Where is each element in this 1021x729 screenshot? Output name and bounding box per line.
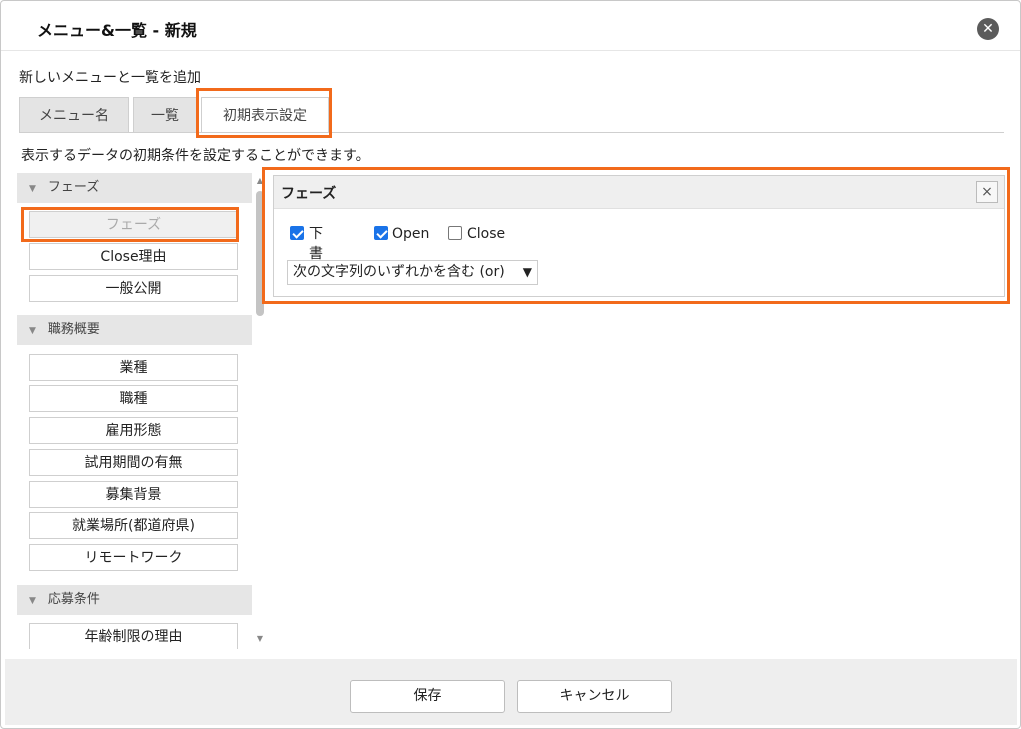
tab-menu-name[interactable]: メニュー名 bbox=[19, 97, 129, 132]
dialog-footer: 保存 キャンセル bbox=[5, 659, 1017, 725]
group-label: 応募条件 bbox=[47, 592, 100, 607]
tab-divider bbox=[19, 132, 1004, 133]
field-item-remote-work[interactable]: リモートワーク bbox=[29, 544, 238, 571]
field-item-hiring-background[interactable]: 募集背景 bbox=[29, 481, 238, 508]
group-header-job-summary[interactable]: ▼ 職務概要 bbox=[17, 315, 252, 345]
field-item-industry[interactable]: 業種 bbox=[29, 354, 238, 381]
dialog-titlebar: メニュー&一覧 - 新規 ✕ bbox=[1, 1, 1020, 51]
cancel-button[interactable]: キャンセル bbox=[517, 680, 672, 713]
collapse-triangle-icon: ▼ bbox=[29, 184, 36, 194]
highlight-box-tab bbox=[196, 88, 332, 138]
field-item-age-limit-reason[interactable]: 年齢制限の理由 bbox=[29, 623, 238, 649]
save-button[interactable]: 保存 bbox=[350, 680, 505, 713]
dialog-title: メニュー&一覧 - 新規 bbox=[37, 21, 197, 40]
group-header-phase[interactable]: ▼ フェーズ bbox=[17, 173, 252, 203]
scroll-down-icon[interactable]: ▼ bbox=[255, 635, 265, 643]
field-item-occupation[interactable]: 職種 bbox=[29, 385, 238, 412]
close-icon[interactable]: ✕ bbox=[977, 18, 999, 40]
group-label: フェーズ bbox=[47, 180, 100, 195]
field-item-employment-type[interactable]: 雇用形態 bbox=[29, 417, 238, 444]
group-header-application-requirements[interactable]: ▼ 応募条件 bbox=[17, 585, 252, 615]
field-list-panel: ▼ フェーズ フェーズ Close理由 一般公開 ▼ 職務概要 業種 職種 雇用形態… bbox=[17, 173, 253, 649]
collapse-triangle-icon: ▼ bbox=[29, 596, 36, 606]
collapse-triangle-icon: ▼ bbox=[29, 326, 36, 336]
highlight-box-filter bbox=[262, 167, 1010, 304]
dialog: メニュー&一覧 - 新規 ✕ 新しいメニューと一覧を追加 メニュー名 一覧 初期… bbox=[0, 0, 1021, 729]
group-label: 職務概要 bbox=[47, 322, 100, 337]
field-item-close-reason[interactable]: Close理由 bbox=[29, 243, 238, 270]
field-item-public[interactable]: 一般公開 bbox=[29, 275, 238, 302]
field-item-work-location[interactable]: 就業場所(都道府県) bbox=[29, 512, 238, 539]
description-text: 表示するデータの初期条件を設定することができます。 bbox=[21, 148, 370, 164]
field-item-trial-period[interactable]: 試用期間の有無 bbox=[29, 449, 238, 476]
dialog-subtitle: 新しいメニューと一覧を追加 bbox=[19, 70, 201, 86]
highlight-box-field-item bbox=[21, 207, 239, 242]
tab-list[interactable]: 一覧 bbox=[133, 97, 197, 132]
